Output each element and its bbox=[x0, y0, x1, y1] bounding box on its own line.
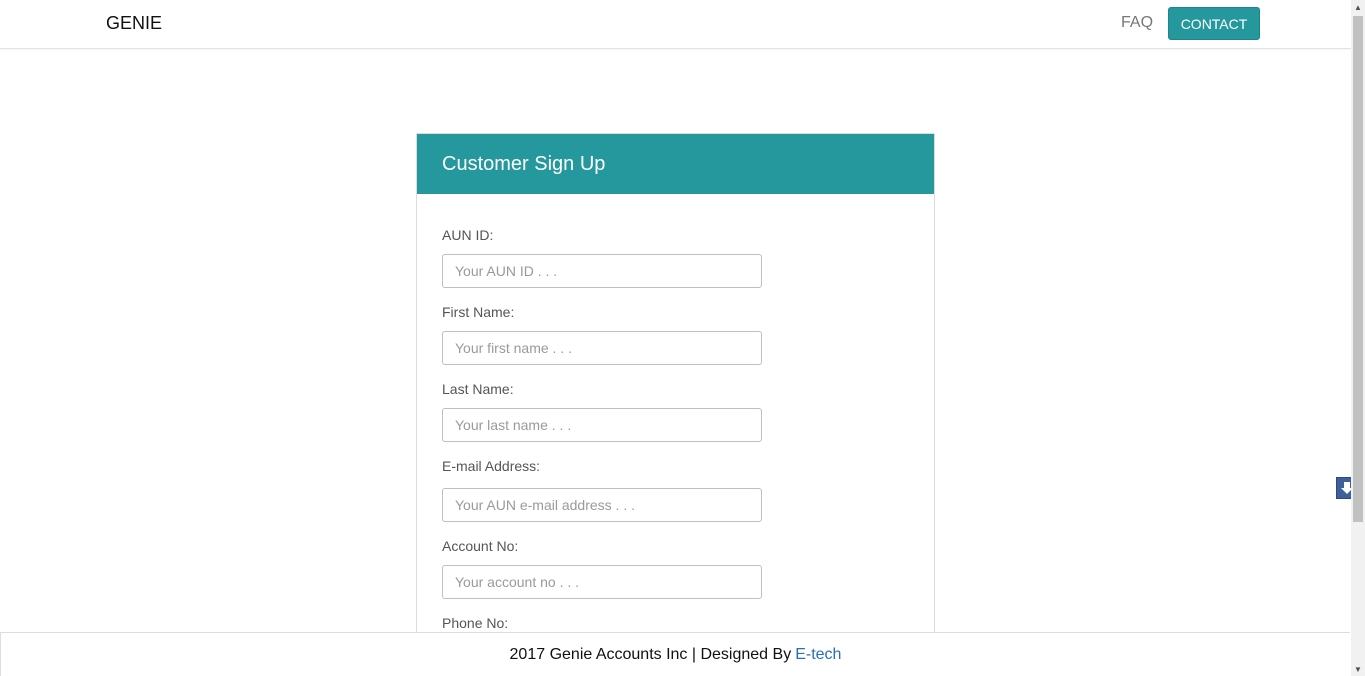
phone-no-label: Phone No: bbox=[442, 615, 509, 631]
first-name-input[interactable] bbox=[442, 331, 762, 365]
footer-text: 2017 Genie Accounts Inc | Designed By bbox=[509, 645, 792, 663]
email-input[interactable] bbox=[442, 488, 762, 522]
contact-button[interactable]: CONTACT bbox=[1168, 7, 1260, 40]
scrollbar-thumb[interactable] bbox=[1353, 16, 1363, 522]
aun-id-input[interactable] bbox=[442, 254, 762, 288]
nav-faq-link[interactable]: FAQ bbox=[1121, 14, 1153, 32]
scroll-down-arrow-icon[interactable]: ▼ bbox=[1351, 662, 1365, 676]
vertical-scrollbar[interactable]: ▲ ▼ bbox=[1351, 0, 1365, 676]
email-label: E-mail Address: bbox=[442, 458, 541, 474]
brand-logo[interactable]: GENIE bbox=[106, 13, 162, 34]
last-name-input[interactable] bbox=[442, 408, 762, 442]
page-footer: 2017 Genie Accounts Inc | Designed By E-… bbox=[0, 632, 1350, 676]
first-name-label: First Name: bbox=[442, 304, 515, 320]
signup-panel: Customer Sign Up AUN ID: First Name: Las… bbox=[416, 133, 935, 653]
top-navbar: GENIE FAQ CONTACT bbox=[0, 0, 1351, 49]
last-name-label: Last Name: bbox=[442, 381, 514, 397]
aun-id-label: AUN ID: bbox=[442, 227, 494, 243]
panel-title: Customer Sign Up bbox=[417, 134, 934, 194]
footer-etech-link[interactable]: E-tech bbox=[795, 646, 841, 664]
scroll-up-arrow-icon[interactable]: ▲ bbox=[1351, 0, 1365, 14]
account-no-label: Account No: bbox=[442, 538, 519, 554]
account-no-input[interactable] bbox=[442, 565, 762, 599]
